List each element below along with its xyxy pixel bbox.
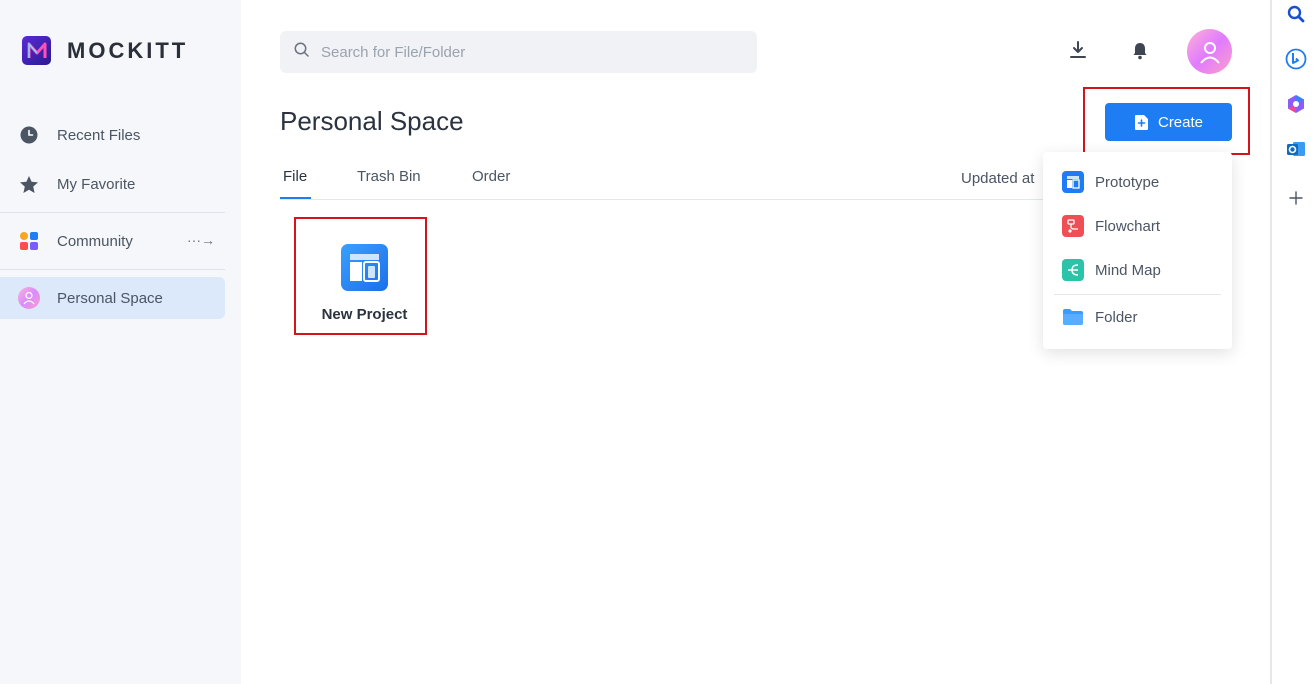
menu-divider: [1054, 294, 1221, 295]
mockitt-logo-icon: [22, 36, 51, 65]
add-icon[interactable]: [1285, 187, 1307, 209]
sidebar-item-label: My Favorite: [57, 175, 136, 193]
new-project-label: New Project: [321, 306, 408, 323]
menu-item-mind-map[interactable]: Mind Map: [1043, 250, 1232, 290]
user-icon: [1199, 41, 1220, 64]
sidebar-item-label: Personal Space: [57, 289, 163, 307]
logo[interactable]: MOCKITT: [22, 36, 188, 65]
clock-icon: [18, 124, 40, 146]
menu-item-prototype[interactable]: Prototype: [1043, 162, 1232, 202]
menu-item-label: Mind Map: [1095, 261, 1161, 279]
prototype-icon: [1062, 171, 1084, 193]
avatar-icon: [18, 287, 40, 309]
menu-item-folder[interactable]: Folder: [1043, 297, 1232, 337]
mindmap-icon: [1062, 259, 1084, 281]
tab-file[interactable]: File: [283, 168, 307, 185]
bell-icon[interactable]: [1128, 38, 1152, 62]
copilot-icon[interactable]: [1285, 93, 1307, 115]
brand-name: MOCKITT: [67, 37, 189, 63]
folder-icon: [1062, 306, 1084, 328]
sidebar-item-label: Recent Files: [57, 126, 141, 144]
sidebar-divider: [0, 269, 225, 270]
menu-item-flowchart[interactable]: Flowchart: [1043, 206, 1232, 246]
new-file-icon: [1134, 114, 1149, 131]
search-bar[interactable]: [280, 31, 757, 73]
sidebar-item-recent-files[interactable]: Recent Files: [0, 114, 225, 156]
apps-icon: [18, 230, 40, 252]
sidebar-item-label: Community: [57, 232, 133, 250]
star-icon: [18, 173, 40, 195]
sort-updated-at[interactable]: Updated at: [961, 170, 1034, 187]
create-button-label: Create: [1157, 113, 1204, 131]
browser-sidebar: [1270, 0, 1316, 684]
flowchart-icon: [1062, 215, 1084, 237]
tab-trash-bin[interactable]: Trash Bin: [357, 168, 421, 185]
menu-item-label: Folder: [1095, 308, 1138, 326]
arrow-right-icon: ···→: [187, 232, 215, 248]
bing-icon[interactable]: [1285, 48, 1307, 70]
sidebar-item-my-favorite[interactable]: My Favorite: [0, 163, 225, 205]
page-title: Personal Space: [280, 106, 464, 136]
sidebar-item-community[interactable]: Community ···→: [0, 220, 225, 262]
user-avatar[interactable]: [1187, 29, 1232, 74]
new-project-card[interactable]: New Project: [296, 218, 426, 334]
create-button[interactable]: Create: [1105, 103, 1232, 141]
sidebar-divider: [0, 212, 225, 213]
menu-item-label: Prototype: [1095, 173, 1160, 191]
tab-order[interactable]: Order: [472, 168, 510, 185]
download-icon[interactable]: [1066, 38, 1090, 62]
search-icon: [294, 42, 309, 62]
outlook-icon[interactable]: [1285, 138, 1307, 160]
tabs-divider: [280, 199, 1050, 200]
new-project-icon: [341, 244, 388, 291]
create-dropdown-menu: Prototype Flowchart Mind Map Folder: [1043, 152, 1232, 349]
search-icon[interactable]: [1285, 3, 1307, 25]
sidebar: MOCKITT Recent Files My Favorite Communi…: [0, 0, 241, 684]
sidebar-item-personal-space[interactable]: Personal Space: [0, 277, 225, 319]
search-input[interactable]: [321, 43, 721, 61]
menu-item-label: Flowchart: [1095, 217, 1161, 235]
